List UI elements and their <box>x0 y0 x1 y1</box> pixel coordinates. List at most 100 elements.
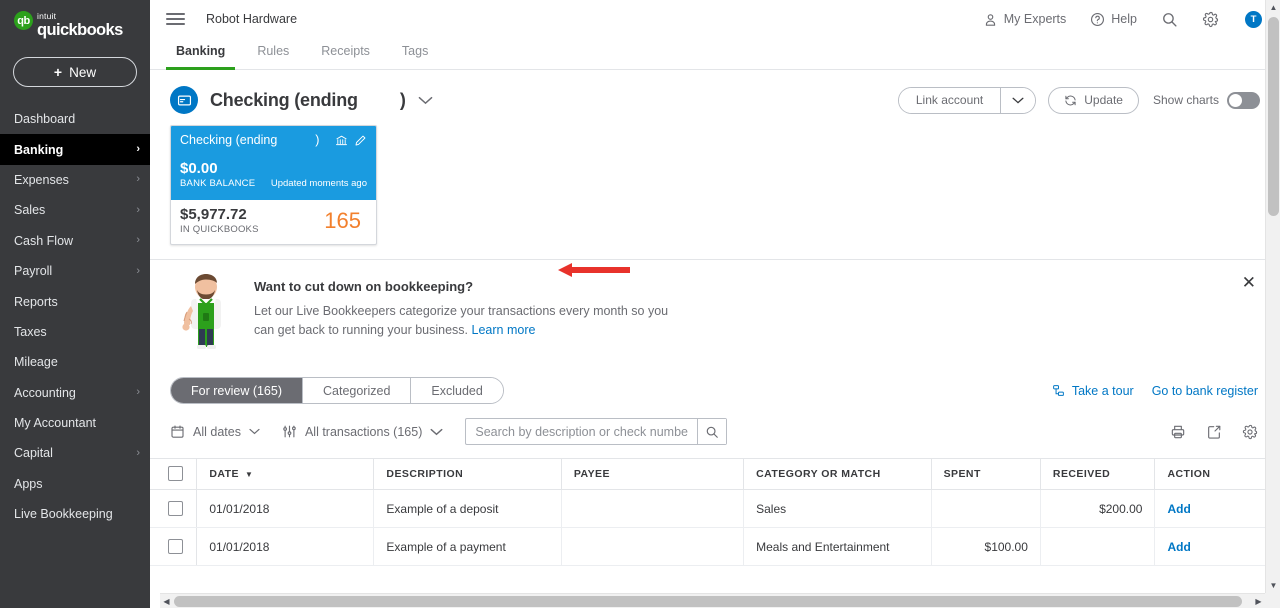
chevron-down-icon <box>418 96 432 105</box>
page-vertical-scrollbar[interactable]: ▲ ▼ <box>1265 0 1280 593</box>
account-card-bottom: $5,977.72 IN QUICKBOOKS 165 <box>171 200 376 244</box>
scroll-left-arrow-icon[interactable]: ◀ <box>160 594 173 608</box>
cell-category[interactable]: Sales <box>743 489 932 528</box>
account-card[interactable]: Checking (ending) $0.00 BANK BALANCE Upd… <box>170 125 377 245</box>
tab-receipts[interactable]: Receipts <box>311 38 380 70</box>
sidebar-item-banking[interactable]: Banking › <box>0 134 150 165</box>
sidebar-item-expenses[interactable]: Expenses › <box>0 165 150 195</box>
cell-payee[interactable] <box>561 527 745 566</box>
sidebar-item-cash-flow[interactable]: Cash Flow › <box>0 226 150 256</box>
banner-body: Want to cut down on bookkeeping? Let our… <box>254 273 674 340</box>
my-experts-button[interactable]: My Experts <box>971 12 1079 27</box>
sidebar-item-taxes[interactable]: Taxes <box>0 317 150 347</box>
quickbooks-balance-block: $5,977.72 IN QUICKBOOKS <box>180 206 259 235</box>
search-button[interactable] <box>1149 11 1190 28</box>
link-account-button[interactable]: Link account <box>898 87 1001 113</box>
search-input[interactable] <box>466 419 698 444</box>
settings-button[interactable] <box>1190 11 1231 28</box>
credit-card-icon <box>177 95 191 105</box>
help-button[interactable]: Help <box>1078 12 1149 27</box>
top-bar: Robot Hardware My Experts Help T <box>150 0 1280 38</box>
column-header-spent[interactable]: SPENT <box>931 458 1041 490</box>
table-settings-button[interactable] <box>1242 424 1258 440</box>
sidebar-item-sales[interactable]: Sales › <box>0 195 150 225</box>
tab-excluded[interactable]: Excluded <box>411 378 503 403</box>
vertical-scrollbar-thumb[interactable] <box>1268 17 1279 216</box>
sidebar-item-reports[interactable]: Reports <box>0 286 150 316</box>
table-row[interactable]: 01/01/2018 Example of a deposit Sales $2… <box>150 489 1280 528</box>
scroll-up-arrow-icon[interactable]: ▲ <box>1266 0 1280 15</box>
select-all-checkbox[interactable] <box>168 466 183 481</box>
sidebar-item-apps[interactable]: Apps <box>0 469 150 499</box>
sidebar-item-mileage[interactable]: Mileage <box>0 347 150 377</box>
cell-payee[interactable] <box>561 489 745 528</box>
column-header-category-or-match[interactable]: CATEGORY OR MATCH <box>743 458 932 490</box>
link-account-button-group: Link account <box>897 86 1037 114</box>
cell-spent: $100.00 <box>931 527 1041 566</box>
sidebar: qb intuit quickbooks + New Dashboard Ban… <box>0 0 150 608</box>
print-button[interactable] <box>1170 424 1186 440</box>
table-header-row: DATE ▼ DESCRIPTION PAYEE CATEGORY OR MATC… <box>150 458 1280 490</box>
account-switcher-chevron-down-icon[interactable] <box>418 92 433 108</box>
card-name-suffix: ) <box>315 133 320 147</box>
tab-for-review[interactable]: For review (165) <box>171 378 303 403</box>
close-icon[interactable]: ✕ <box>1242 274 1256 291</box>
learn-more-link[interactable]: Learn more <box>472 323 536 337</box>
table-row[interactable]: 01/01/2018 Example of a payment Meals an… <box>150 527 1280 566</box>
sidebar-item-live-bookkeeping[interactable]: Live Bookkeeping <box>0 499 150 529</box>
tab-banking[interactable]: Banking <box>166 38 236 70</box>
sidebar-item-payroll[interactable]: Payroll › <box>0 256 150 286</box>
page-horizontal-scrollbar[interactable]: ◀ ▶ <box>160 593 1265 608</box>
transaction-type-filter[interactable]: All transactions (165) <box>282 424 443 439</box>
sidebar-item-label: Taxes <box>14 324 47 339</box>
link-account-dropdown-button[interactable] <box>1000 87 1036 113</box>
hamburger-menu-icon[interactable] <box>166 13 185 25</box>
account-type-icon <box>170 86 198 114</box>
export-icon <box>1208 425 1221 439</box>
column-header-description[interactable]: DESCRIPTION <box>373 458 562 490</box>
new-button-label: New <box>69 64 97 80</box>
column-header-date[interactable]: DATE ▼ <box>196 458 375 490</box>
pencil-edit-icon[interactable] <box>354 134 367 147</box>
search-submit-button[interactable] <box>697 419 727 444</box>
date-filter-label: All dates <box>193 424 241 439</box>
column-header-received[interactable]: RECEIVED <box>1040 458 1156 490</box>
help-circle-icon <box>1091 12 1105 26</box>
bank-balance-meta-row: BANK BALANCE Updated moments ago <box>180 178 367 189</box>
plus-icon: + <box>53 64 63 80</box>
user-avatar[interactable]: T <box>1245 10 1262 28</box>
banner-description: Let our Live Bookkeepers categorize your… <box>254 304 669 337</box>
cell-category[interactable]: Meals and Entertainment <box>743 527 932 566</box>
scroll-down-arrow-icon[interactable]: ▼ <box>1266 578 1280 593</box>
row-select-cell <box>150 527 198 566</box>
tab-rules[interactable]: Rules <box>247 38 299 70</box>
account-title-prefix: Checking (ending <box>210 89 358 110</box>
show-charts-toggle[interactable] <box>1227 91 1260 109</box>
banner-title: Want to cut down on bookkeeping? <box>254 279 474 294</box>
row-checkbox[interactable] <box>168 539 183 554</box>
row-checkbox[interactable] <box>168 501 183 516</box>
quickbooks-logo[interactable]: qb intuit quickbooks <box>0 0 150 38</box>
take-a-tour-link[interactable]: Take a tour <box>1052 384 1134 398</box>
add-transaction-button[interactable]: Add <box>1167 502 1190 516</box>
horizontal-scrollbar-thumb[interactable] <box>174 596 1242 607</box>
bookkeeper-illustration <box>182 274 221 349</box>
date-filter[interactable]: All dates <box>170 424 260 439</box>
sidebar-item-dashboard[interactable]: Dashboard <box>0 104 150 134</box>
bank-icon[interactable] <box>335 134 348 147</box>
export-button[interactable] <box>1206 424 1222 440</box>
new-button[interactable]: + New <box>13 57 137 87</box>
scroll-right-arrow-icon[interactable]: ▶ <box>1252 594 1265 608</box>
sidebar-item-capital[interactable]: Capital › <box>0 438 150 468</box>
add-transaction-button[interactable]: Add <box>1167 540 1190 554</box>
sidebar-item-accounting[interactable]: Accounting › <box>0 378 150 408</box>
tab-tags[interactable]: Tags <box>392 38 438 70</box>
filter-row: All dates All transactions (165) <box>150 404 1280 445</box>
go-to-bank-register-link[interactable]: Go to bank register <box>1152 384 1258 398</box>
cell-received <box>1040 527 1156 566</box>
column-header-payee[interactable]: PAYEE <box>561 458 745 490</box>
tab-categorized[interactable]: Categorized <box>303 378 412 403</box>
sidebar-item-my-accountant[interactable]: My Accountant <box>0 408 150 438</box>
transactions-to-review-count[interactable]: 165 <box>324 208 367 234</box>
update-button[interactable]: Update <box>1048 86 1139 114</box>
